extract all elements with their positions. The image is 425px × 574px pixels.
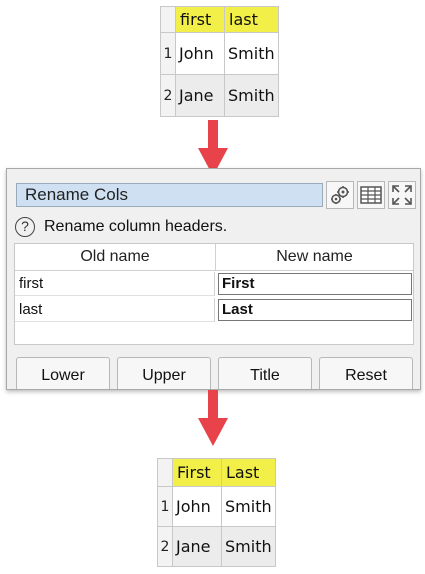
reset-button[interactable]: Reset [319,357,413,389]
upper-button[interactable]: Upper [117,357,211,389]
rename-cols-panel: Rename Cols ? Rename column headers. Old… [6,168,421,390]
table-icon [360,186,382,204]
header-cell: last [224,6,279,33]
old-name-header: Old name [15,244,216,271]
header-cell: first [175,6,225,33]
gears-icon [331,186,349,204]
input-table: first last 1 John Smith 2 Jane Smith [160,6,279,117]
old-name-cell: first [15,272,215,296]
rename-grid: Old name New name first First last Last [14,243,414,345]
row-number: 2 [157,526,173,567]
table-cell: Jane [172,526,222,567]
table-cell: Smith [221,486,276,527]
settings-button[interactable] [326,181,354,209]
table-cell: Smith [224,74,279,117]
lower-button[interactable]: Lower [16,357,110,389]
corner-cell [157,458,173,487]
row-number: 1 [157,486,173,527]
table-cell: John [172,486,222,527]
output-table: First Last 1 John Smith 2 Jane Smith [157,458,276,567]
expand-icon [392,185,412,205]
table-cell: Smith [221,526,276,567]
table-cell: Smith [224,32,279,75]
new-name-header: New name [216,244,413,271]
new-name-field[interactable]: First [218,273,412,295]
panel-title[interactable]: Rename Cols [16,183,323,207]
table-cell: Jane [175,74,225,117]
row-number: 1 [160,32,176,75]
old-name-cell: last [15,298,215,322]
help-text: Rename column headers. [44,218,228,235]
row-number: 2 [160,74,176,117]
new-name-field[interactable]: Last [218,299,412,321]
header-cell: First [172,458,222,487]
table-cell: John [175,32,225,75]
corner-cell [160,6,176,33]
table-view-button[interactable] [357,181,385,209]
title-button[interactable]: Title [218,357,312,389]
down-arrow-icon [198,390,228,446]
header-cell: Last [221,458,276,487]
help-icon[interactable]: ? [15,217,35,237]
maximize-button[interactable] [388,181,416,209]
